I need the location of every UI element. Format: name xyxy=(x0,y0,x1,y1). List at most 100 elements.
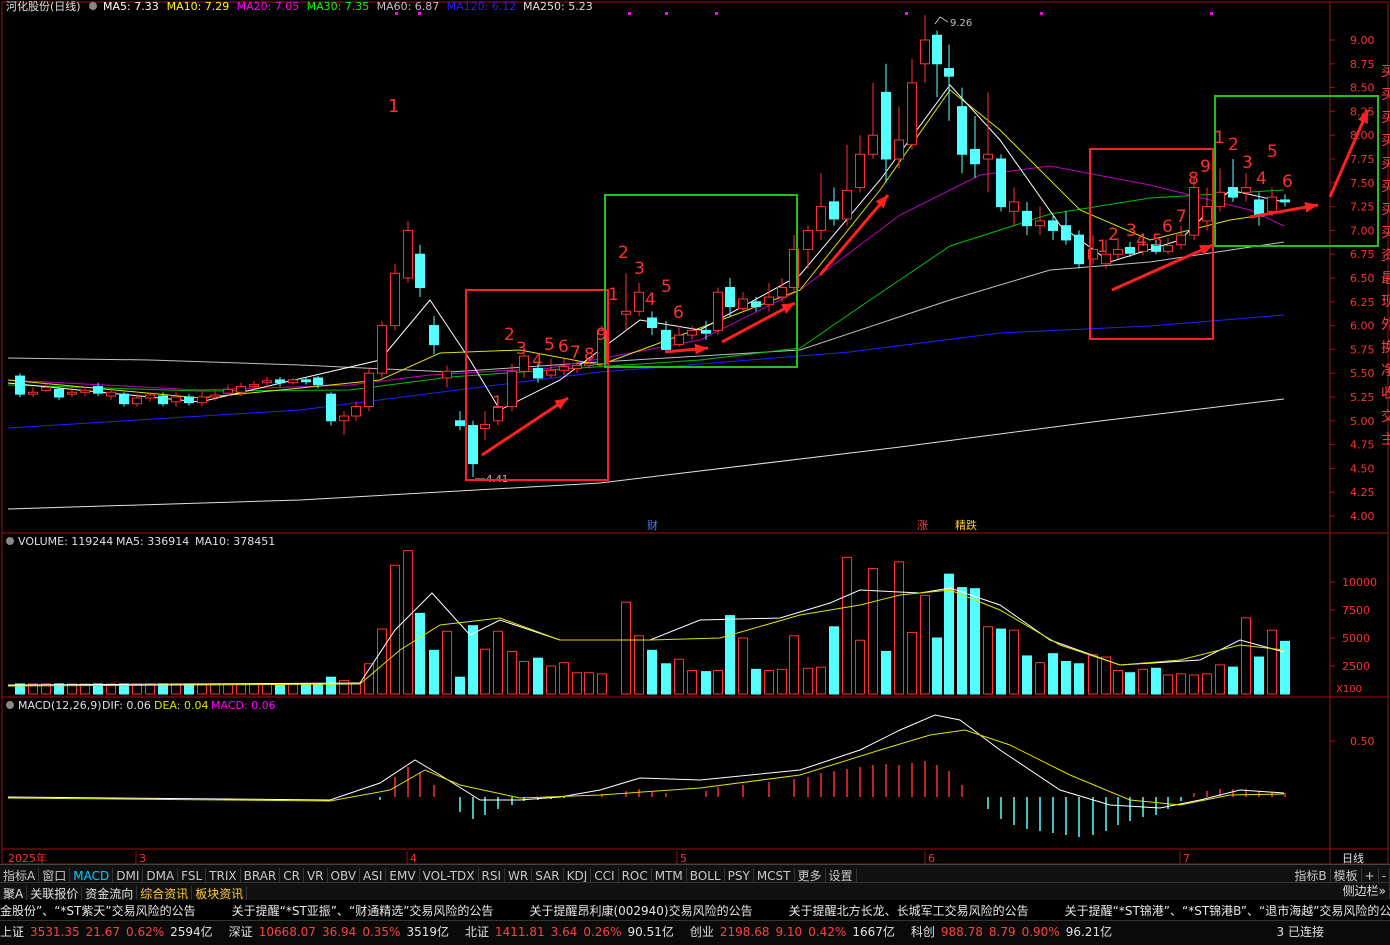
indicator-tab[interactable]: 窗口 xyxy=(39,868,71,883)
indicator-tab[interactable]: MTM xyxy=(652,868,687,883)
indicator-right-button[interactable]: + xyxy=(1362,868,1379,883)
volume-ma10: MA10: 378451 xyxy=(195,535,275,548)
news-item[interactable]: 关于提醒北方长龙、长城军工交易风险的公告 xyxy=(789,901,1029,920)
index-quote[interactable]: 创业 2198.68 9.10 0.42% 1667亿 xyxy=(690,921,901,940)
volume-bar xyxy=(1163,674,1173,695)
volume-bar xyxy=(701,671,711,695)
indicator-tab[interactable]: KDJ xyxy=(564,868,592,883)
index-pct: 0.90% xyxy=(1021,925,1060,939)
candle xyxy=(145,394,155,399)
volume-bar xyxy=(275,683,285,695)
price-tick-label: 7.75 xyxy=(1350,153,1375,166)
volume-bar xyxy=(803,667,813,695)
candle xyxy=(944,68,954,77)
volume-bar xyxy=(236,683,246,695)
candle xyxy=(842,189,852,220)
volume-bar xyxy=(223,683,233,695)
indicator-tab[interactable]: SAR xyxy=(532,868,564,883)
indicator-tab[interactable]: BOLL xyxy=(687,868,725,883)
index-price: 2198.68 xyxy=(719,925,770,939)
sidebar-toggle[interactable]: 侧边栏» xyxy=(1340,883,1390,899)
volume-bar xyxy=(442,630,452,695)
indicator-tab[interactable]: WR xyxy=(505,868,533,883)
volume-bar xyxy=(1022,655,1032,695)
volume-bar xyxy=(764,669,774,695)
candle xyxy=(326,393,336,422)
indicator-tab[interactable]: DMI xyxy=(113,868,144,883)
high-pointer xyxy=(934,16,949,25)
volume-bar xyxy=(1035,662,1045,695)
volume-bar xyxy=(674,658,684,695)
candle xyxy=(313,377,323,386)
volume-bar xyxy=(1228,666,1238,695)
indicator-tab[interactable]: OBV xyxy=(328,868,361,883)
index-chg: 9.10 xyxy=(775,925,803,939)
volume-bar xyxy=(957,587,967,695)
indicator-tab[interactable]: 设置 xyxy=(826,868,857,883)
signal-dot xyxy=(905,12,908,15)
indicator-tab[interactable]: VOL-TDX xyxy=(420,868,479,883)
price-tick-label: 6.50 xyxy=(1350,272,1375,285)
candle xyxy=(275,379,285,384)
candle xyxy=(647,317,657,329)
candle xyxy=(829,201,839,220)
news-item[interactable]: 关于提醒昂利康(002940)交易风险的公告 xyxy=(529,901,752,920)
indicator-tab[interactable]: FSL xyxy=(178,868,207,883)
side-text-char: 主 xyxy=(1381,432,1390,448)
index-quote[interactable]: 北证 1411.81 3.64 0.26% 90.51亿 xyxy=(465,921,680,940)
news-item[interactable]: 关于提醒“*ST亚振”、“财通精选”交易风险的公告 xyxy=(232,901,494,920)
index-quote[interactable]: 深证 10668.07 36.94 0.35% 3519亿 xyxy=(229,921,455,940)
news-ticker[interactable]: 金股份”、“*ST紫天”交易风险的公告 关于提醒“*ST亚振”、“财通精选”交易风… xyxy=(0,900,1390,920)
volume-unit: X100 xyxy=(1336,684,1362,695)
info-tab[interactable]: 板块资讯 xyxy=(192,886,248,900)
info-tab[interactable]: 关联报价 xyxy=(27,886,83,900)
indicator-tab[interactable]: CCI xyxy=(591,868,619,883)
indicator-tab[interactable]: VR xyxy=(304,868,328,883)
side-text-char: 收 xyxy=(1381,386,1390,402)
volume-bar xyxy=(546,665,556,695)
indicator-tab[interactable]: MCST xyxy=(754,868,795,883)
index-quote[interactable]: 上证 3531.35 21.67 0.62% 2594亿 xyxy=(0,921,219,940)
volume-bar xyxy=(507,650,517,695)
info-tab[interactable]: 综合资讯 xyxy=(137,886,193,900)
candle xyxy=(223,388,233,394)
indicator-right-button[interactable]: 指标B xyxy=(1291,868,1331,883)
price-tick-label: 4.25 xyxy=(1350,486,1375,499)
candle xyxy=(1189,187,1199,236)
indicator-tab[interactable]: MACD xyxy=(70,868,114,883)
price-tick-label: 9.00 xyxy=(1350,34,1375,47)
indicator-tab[interactable]: BRAR xyxy=(241,868,281,883)
indicator-tab[interactable]: EMV xyxy=(386,868,420,883)
volume-bar xyxy=(983,626,993,695)
indicator-tab[interactable]: 指标A xyxy=(0,868,40,883)
price-tick-label: 8.50 xyxy=(1350,82,1375,95)
candle xyxy=(881,91,891,160)
indicator-tab[interactable]: ROC xyxy=(619,868,652,883)
candle xyxy=(996,158,1006,208)
indicator-right-button[interactable]: - xyxy=(1379,868,1390,883)
volume-tick-label: 2500 xyxy=(1342,660,1370,673)
indicator-tab[interactable]: RSI xyxy=(479,868,506,883)
index-quote[interactable]: 科创 988.78 8.79 0.90% 96.21亿 xyxy=(911,921,1118,940)
candle xyxy=(894,139,904,160)
candle xyxy=(777,287,787,298)
indicator-right-button[interactable]: 模板 xyxy=(1331,868,1362,883)
side-text-char: 买 xyxy=(1381,225,1390,241)
volume-bar xyxy=(1113,669,1123,695)
price-tick-label: 7.25 xyxy=(1350,201,1375,214)
info-tab[interactable]: 资金流向 xyxy=(82,886,138,900)
indicator-tab[interactable]: DMA xyxy=(143,868,179,883)
indicator-tab[interactable]: TRIX xyxy=(206,868,241,883)
candle xyxy=(119,393,129,405)
news-item[interactable]: 关于提醒“*ST锦港”、“*ST锦港B”、“退市海越”交易风险的公 xyxy=(1065,901,1390,920)
candle xyxy=(132,397,142,405)
news-item[interactable]: 金股份”、“*ST紫天”交易风险的公告 xyxy=(0,901,196,920)
indicator-tab[interactable]: 更多 xyxy=(795,868,826,883)
indicator-tab[interactable]: PSY xyxy=(725,868,754,883)
indicator-tab[interactable]: ASI xyxy=(360,868,387,883)
side-text-char: 现 xyxy=(1381,294,1390,310)
green-box xyxy=(604,194,798,368)
stock-chart[interactable]: 河化股份(日线) MA5: 7.33 MA10: 7.29 MA20: 7.05 MA3… xyxy=(0,0,1390,866)
indicator-tab[interactable]: CR xyxy=(280,868,304,883)
info-tab[interactable]: 聚A xyxy=(0,886,28,900)
